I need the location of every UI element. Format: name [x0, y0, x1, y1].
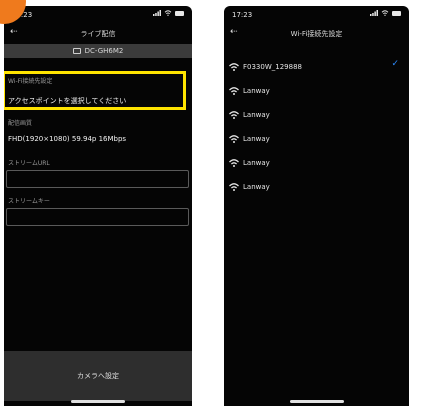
wifi-status-icon	[381, 10, 389, 16]
status-bar: 17:23	[224, 6, 409, 24]
network-item[interactable]: Lanway	[229, 108, 270, 122]
wifi-icon	[229, 135, 239, 143]
network-item[interactable]: Lanway	[229, 156, 270, 170]
selected-check-icon: ✓	[391, 59, 399, 69]
wifi-setting-value[interactable]: アクセスポイントを選択してください	[8, 96, 126, 106]
battery-icon	[392, 10, 401, 16]
status-time: 17:23	[232, 11, 253, 19]
network-item[interactable]: Lanway	[229, 84, 270, 98]
quality-value[interactable]: FHD(1920×1080) 59.94p 16Mbps	[8, 135, 126, 143]
signal-icon	[370, 10, 378, 16]
wifi-icon	[229, 183, 239, 191]
stream-key-input[interactable]	[6, 208, 189, 226]
camera-icon	[72, 48, 81, 54]
page-title: ライブ配信	[80, 30, 116, 38]
wifi-icon	[229, 159, 239, 167]
stream-url-input[interactable]	[6, 170, 189, 188]
battery-icon	[175, 10, 184, 16]
network-name: Lanway	[243, 111, 270, 119]
wifi-select-screen: 17:23 ⇠ Wi-Fi接続先設定 F0330W_129888 ✓ Lanwa…	[224, 6, 409, 406]
wifi-icon	[229, 111, 239, 119]
network-item[interactable]: Lanway	[229, 180, 270, 194]
status-bar: 17:23	[4, 6, 192, 24]
camera-name: DC-GH6M2	[84, 47, 124, 55]
signal-icon	[153, 10, 161, 16]
camera-bar: DC-GH6M2	[4, 44, 192, 58]
network-item[interactable]: F0330W_129888	[229, 60, 302, 74]
home-indicator	[71, 400, 125, 403]
network-item[interactable]: Lanway	[229, 132, 270, 146]
page-title: Wi-Fi接続先設定	[290, 30, 343, 38]
set-to-camera-button[interactable]: カメラへ設定	[4, 351, 192, 401]
home-indicator	[289, 400, 344, 403]
stream-url-label: ストリームURL	[8, 160, 50, 167]
nav-bar: ⇠ ライブ配信	[4, 24, 192, 42]
wifi-icon	[229, 87, 239, 95]
wifi-setting-label: Wi-Fi接続先設定	[8, 78, 53, 85]
wifi-status-icon	[164, 10, 172, 16]
network-name: Lanway	[243, 159, 270, 167]
nav-bar: ⇠ Wi-Fi接続先設定	[224, 24, 409, 42]
quality-label: 配信画質	[8, 120, 33, 127]
live-stream-screen: 17:23 ⇠ ライブ配信 DC-GH6M2 Wi-Fi接続先設定 アクセスポイ…	[4, 6, 192, 406]
stream-key-label: ストリームキー	[8, 198, 50, 205]
network-name: Lanway	[243, 135, 270, 143]
network-name: Lanway	[243, 87, 270, 95]
wifi-icon	[229, 63, 239, 71]
network-name: Lanway	[243, 183, 270, 191]
network-name: F0330W_129888	[243, 63, 302, 71]
